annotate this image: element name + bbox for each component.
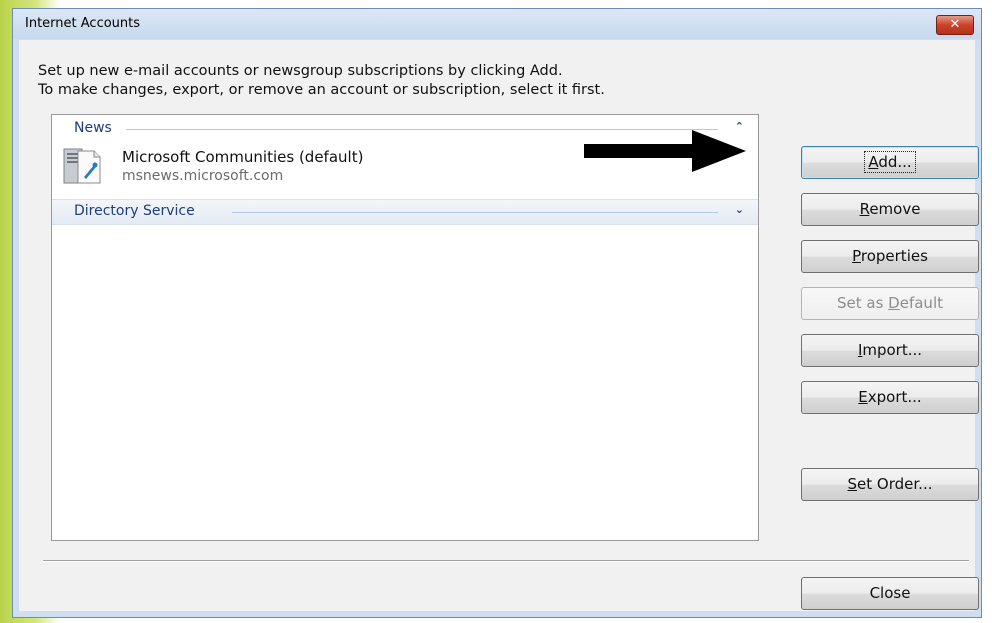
- import-button[interactable]: Import...: [801, 334, 979, 367]
- chevron-down-icon[interactable]: ⌄: [735, 203, 744, 216]
- title-bar: Internet Accounts ✕: [13, 9, 981, 39]
- set-default-label: efault: [899, 294, 943, 312]
- group-label-news: News: [74, 120, 112, 136]
- account-name: Microsoft Communities (default): [122, 148, 364, 166]
- export-label: xport...: [867, 388, 922, 406]
- close-icon: ✕: [949, 17, 961, 32]
- separator: [43, 560, 969, 562]
- remove-mnemonic: R: [859, 200, 870, 218]
- group-header-directory-service[interactable]: Directory Service ⌄: [52, 199, 758, 225]
- close-button[interactable]: Close: [801, 577, 979, 610]
- account-item[interactable]: Microsoft Communities (default) msnews.m…: [60, 143, 460, 191]
- close-window-button[interactable]: ✕: [936, 15, 974, 35]
- arrow-annotation: [584, 130, 746, 172]
- set-default-prefix: Set as: [836, 294, 889, 312]
- set-as-default-button[interactable]: Set as Default: [801, 287, 979, 320]
- group-divider: [232, 212, 718, 213]
- accounts-list[interactable]: News ⌃ Microsoft Communities (default) m…: [51, 114, 759, 541]
- properties-button[interactable]: Properties: [801, 240, 979, 273]
- dialog-body: Set up new e-mail accounts or newsgroup …: [19, 40, 979, 611]
- account-server: msnews.microsoft.com: [122, 168, 284, 184]
- set-order-button[interactable]: Set Order...: [801, 468, 979, 501]
- group-label-directory-service: Directory Service: [74, 203, 195, 219]
- add-mnemonic: A: [868, 153, 879, 171]
- export-mnemonic: E: [858, 388, 868, 406]
- set-default-mnemonic: D: [888, 294, 900, 312]
- instructions-line-2: To make changes, export, or remove an ac…: [38, 82, 605, 98]
- export-button[interactable]: Export...: [801, 381, 979, 414]
- remove-button[interactable]: Remove: [801, 193, 979, 226]
- add-label: dd...: [878, 153, 912, 171]
- instructions: Set up new e-mail accounts or newsgroup …: [38, 62, 605, 100]
- remove-label: emove: [869, 200, 921, 218]
- properties-mnemonic: P: [852, 247, 861, 265]
- properties-label: roperties: [860, 247, 928, 265]
- window-title: Internet Accounts: [25, 16, 141, 31]
- news-server-icon: [63, 148, 101, 184]
- close-label: Close: [869, 584, 911, 602]
- set-order-mnemonic: S: [847, 475, 858, 493]
- instructions-line-1: Set up new e-mail accounts or newsgroup …: [38, 63, 563, 79]
- import-label: mport...: [862, 341, 923, 359]
- internet-accounts-dialog: Internet Accounts ✕ Set up new e-mail ac…: [12, 8, 982, 618]
- add-button[interactable]: Add...: [801, 146, 979, 179]
- set-order-label: et Order...: [857, 475, 933, 493]
